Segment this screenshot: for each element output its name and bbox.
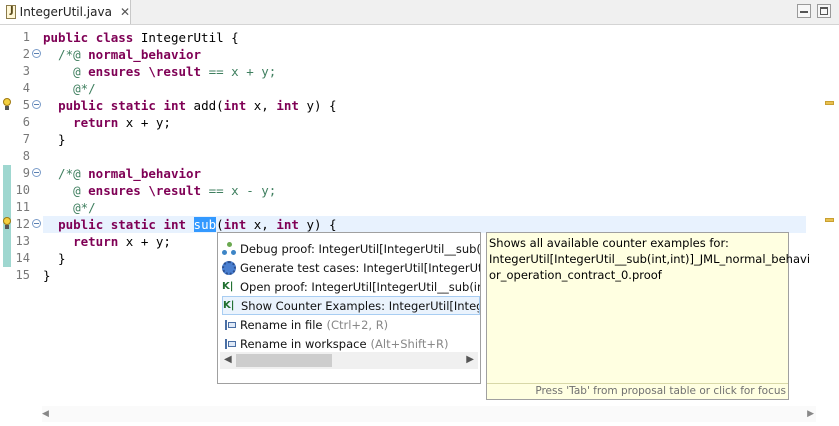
line-number: 10 xyxy=(15,183,30,197)
fold-collapse-icon[interactable] xyxy=(32,49,41,58)
proposal-label: Generate test cases: IntegerUtil[Integer… xyxy=(240,260,480,275)
line-number: 4 xyxy=(22,81,30,95)
code-line: @ ensures \result == x + y; xyxy=(43,64,277,79)
scroll-thumb[interactable] xyxy=(236,354,332,367)
code-line: public static int add(int x, int y) { xyxy=(58,98,337,113)
code-line: public class IntegerUtil { xyxy=(43,30,239,45)
line-number: 12 xyxy=(0,216,42,233)
line-number: 8 xyxy=(22,149,30,163)
code-line: @*/ xyxy=(43,81,96,96)
fold-collapse-icon[interactable] xyxy=(32,168,41,177)
proposal-scrollbar[interactable]: ◀ ▶ xyxy=(220,352,478,369)
scroll-right-icon[interactable]: ▶ xyxy=(807,409,814,419)
java-file-icon xyxy=(6,5,16,19)
minimize-button[interactable] xyxy=(797,4,811,18)
code-line: /*@ normal_behavior xyxy=(43,47,202,62)
line-number: 15 xyxy=(15,268,30,282)
proposal-label: Debug proof: IntegerUtil[IntegerUtil__su… xyxy=(240,241,480,256)
code-line: return x + y; xyxy=(73,115,171,130)
key-icon: K| xyxy=(223,299,235,311)
selected-text[interactable]: sub xyxy=(193,217,217,232)
code-line: @ ensures \result == x - y; xyxy=(43,183,277,198)
proposal-rename-in-workspace[interactable]: Rename in workspace (Alt+Shift+R) xyxy=(222,334,480,353)
rename-icon xyxy=(222,337,236,351)
proof-marker-icon[interactable] xyxy=(2,98,12,111)
window-controls xyxy=(797,4,831,18)
tab-title: IntegerUtil.java xyxy=(19,5,112,19)
code-line: /*@ normal_behavior xyxy=(43,166,202,181)
code-line: @*/ xyxy=(43,200,96,215)
horizontal-scrollbar[interactable]: ◀ ▶ xyxy=(42,406,816,422)
fold-collapse-icon[interactable] xyxy=(32,219,41,228)
proposal-label: Open proof: IntegerUtil[IntegerUtil__sub… xyxy=(240,279,480,294)
editor-tab-bar: IntegerUtil.java ✕ xyxy=(0,0,839,25)
line-number: 6 xyxy=(22,115,30,129)
overview-marker[interactable] xyxy=(825,218,834,222)
scroll-left-icon[interactable]: ◀ xyxy=(42,409,49,419)
proposal-open-proof[interactable]: K| Open proof: IntegerUtil[IntegerUtil__… xyxy=(222,277,480,296)
proposal-debug-proof[interactable]: Debug proof: IntegerUtil[IntegerUtil__su… xyxy=(222,239,480,258)
current-code-line: public static int sub(int x, int y) { xyxy=(43,216,806,233)
proposal-label: Show Counter Examples: IntegerUtil[Integ… xyxy=(241,298,479,313)
line-number: 5 xyxy=(0,97,42,114)
key-icon: K| xyxy=(222,280,234,292)
line-number: 9 xyxy=(0,165,42,182)
info-text: Shows all available counter examples for… xyxy=(489,236,811,282)
line-number: 7 xyxy=(22,132,30,146)
proposal-shortcut: (Ctrl+2, R) xyxy=(326,317,389,332)
proposal-label: Rename in file xyxy=(240,317,323,332)
proposal-generate-test-cases[interactable]: Generate test cases: IntegerUtil[Integer… xyxy=(222,258,480,277)
close-tab-icon[interactable]: ✕ xyxy=(120,5,130,19)
rename-icon xyxy=(222,318,236,332)
line-number: 14 xyxy=(15,251,30,265)
fold-collapse-icon[interactable] xyxy=(32,100,41,109)
scroll-right-icon[interactable]: ▶ xyxy=(466,354,474,365)
proof-marker-icon[interactable] xyxy=(2,217,12,230)
scroll-left-icon[interactable]: ◀ xyxy=(224,354,232,365)
proposal-rename-in-file[interactable]: Rename in file (Ctrl+2, R) xyxy=(222,315,480,334)
code-line: } xyxy=(43,132,66,147)
overview-marker[interactable] xyxy=(825,101,834,105)
line-number: 13 xyxy=(15,234,30,248)
proposal-show-counter-examples[interactable]: K| Show Counter Examples: IntegerUtil[In… xyxy=(222,296,480,315)
proposal-info-popup[interactable]: Shows all available counter examples for… xyxy=(486,232,811,400)
quick-assist-proposals[interactable]: Debug proof: IntegerUtil[IntegerUtil__su… xyxy=(217,232,481,384)
proposal-shortcut: (Alt+Shift+R) xyxy=(370,336,449,351)
line-number: 3 xyxy=(22,64,30,78)
editor-tab[interactable]: IntegerUtil.java ✕ xyxy=(0,0,131,24)
line-number: 11 xyxy=(15,200,30,214)
info-footer-hint: Press 'Tab' from proposal table or click… xyxy=(487,383,788,399)
line-number: 2 xyxy=(0,46,42,63)
line-number: 1 xyxy=(22,30,30,44)
maximize-button[interactable] xyxy=(817,4,831,18)
line-number-gutter: 1 2 3 4 5 6 7 8 9 10 11 12 13 14 15 xyxy=(0,29,42,284)
debug-icon xyxy=(222,241,236,256)
overview-ruler[interactable] xyxy=(817,25,839,426)
proposal-label: Rename in workspace xyxy=(240,336,367,351)
gear-icon xyxy=(222,260,236,275)
